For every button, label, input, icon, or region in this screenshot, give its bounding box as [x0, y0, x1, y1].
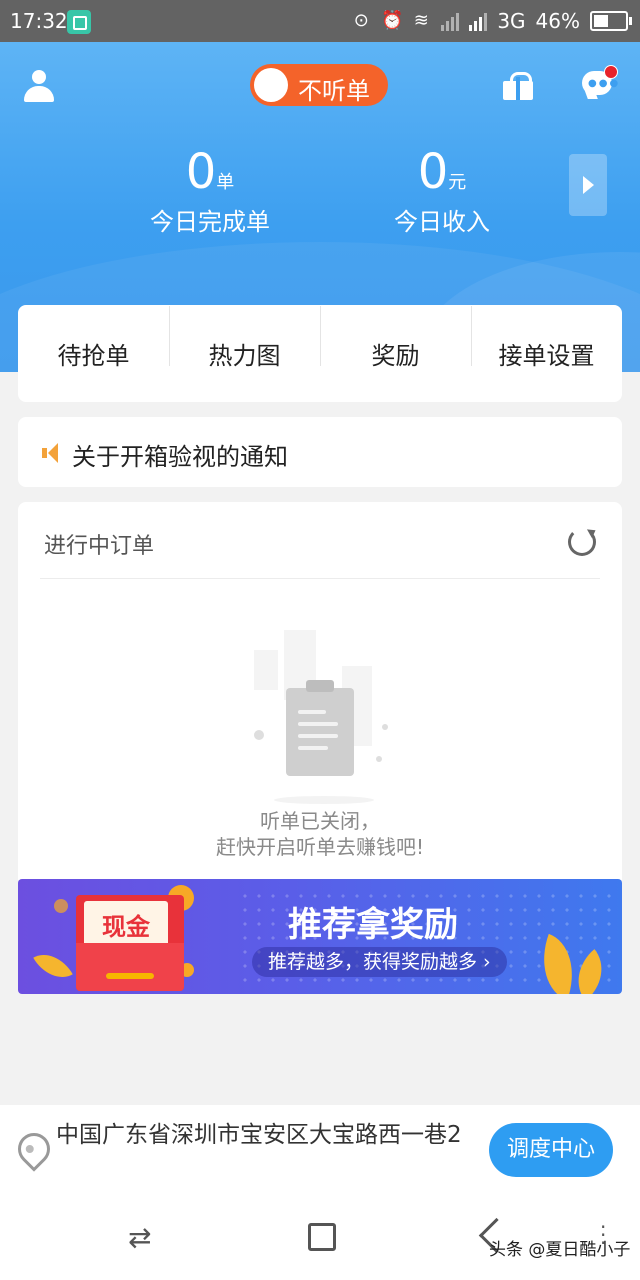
- stat-unit: 元: [448, 172, 467, 193]
- refresh-icon[interactable]: [568, 528, 596, 556]
- location-pin-icon[interactable]: [11, 1126, 57, 1172]
- stats-next-button[interactable]: [569, 154, 607, 216]
- recent-apps-icon[interactable]: ⇄: [128, 1221, 151, 1254]
- battery-fill: [594, 15, 608, 27]
- banner-subtitle: 推荐越多，获得奖励越多 ›: [252, 947, 507, 977]
- stat-value: 0: [185, 144, 217, 200]
- orders-card: 进行中订单 听单已关闭， 赶快开启听单去赚钱吧!: [18, 502, 622, 880]
- toggle-label: 不听单: [298, 77, 370, 105]
- status-time: 17:32: [10, 9, 68, 33]
- banner-headline: 推荐拿奖励: [288, 905, 458, 945]
- alarm-icon: ⏰: [381, 10, 404, 31]
- notification-badge: [604, 65, 618, 79]
- stat-value: 0: [417, 144, 449, 200]
- speaker-icon: [42, 443, 60, 463]
- wifi-icon: ≋: [413, 10, 429, 31]
- divider: [40, 578, 600, 579]
- battery-icon: [590, 11, 632, 31]
- menu-item-pending[interactable]: 待抢单: [18, 336, 169, 371]
- toggle-knob: [254, 68, 288, 102]
- notice-bar[interactable]: 关于开箱验视的通知: [18, 417, 622, 487]
- menu-item-rewards[interactable]: 奖励: [320, 306, 471, 371]
- stat-unit: 单: [216, 172, 235, 193]
- message-icon[interactable]: ●●●: [582, 65, 618, 99]
- watermark: 头条 @夏日酷小子: [489, 1240, 631, 1260]
- empty-line-2: 赶快开启听单去赚钱吧!: [215, 835, 425, 859]
- current-address: 中国广东省深圳市宝安区大宝路西一巷2: [56, 1122, 462, 1148]
- screenshot-icon: [67, 10, 91, 34]
- menu-item-settings[interactable]: 接单设置: [471, 306, 622, 371]
- menu-item-heatmap[interactable]: 热力图: [169, 306, 320, 371]
- network-type: 3G: [497, 9, 526, 33]
- home-icon[interactable]: [308, 1223, 336, 1251]
- location-bar: 中国广东省深圳市宝安区大宝路西一巷2 调度中心: [0, 1105, 640, 1195]
- empty-clipboard-illustration: [254, 630, 394, 810]
- gift-icon[interactable]: [503, 72, 533, 100]
- battery-percent: 46%: [535, 9, 580, 33]
- function-menu: 待抢单 热力图 奖励 接单设置: [18, 305, 622, 402]
- status-bar: 17:32 ⊙ ⏰ ≋ 3G 46%: [0, 0, 640, 42]
- empty-line-1: 听单已关闭，: [260, 809, 380, 833]
- stat-caption: 今日完成单: [150, 208, 270, 236]
- red-envelope-icon: 现金: [76, 895, 184, 991]
- location-icon: ⊙: [353, 10, 369, 31]
- stat-caption: 今日收入: [394, 208, 490, 236]
- stat-income: 0元 今日收入: [374, 146, 510, 237]
- signal-icon: [441, 11, 460, 31]
- signal-icon-2: [469, 11, 488, 31]
- dispatch-center-button[interactable]: 调度中心: [489, 1123, 613, 1177]
- notice-text: 关于开箱验视的通知: [72, 443, 288, 471]
- empty-message: 听单已关闭， 赶快开启听单去赚钱吧!: [18, 808, 622, 860]
- listen-toggle[interactable]: 不听单: [250, 64, 388, 106]
- profile-icon[interactable]: [24, 70, 54, 104]
- system-nav-bar: ⇄ · · · 头条 @夏日酷小子: [0, 1195, 640, 1280]
- stat-completed: 0单 今日完成单: [138, 146, 282, 237]
- referral-banner[interactable]: 现金 推荐拿奖励 推荐越多，获得奖励越多 ›: [18, 879, 622, 994]
- orders-title: 进行中订单: [44, 534, 155, 559]
